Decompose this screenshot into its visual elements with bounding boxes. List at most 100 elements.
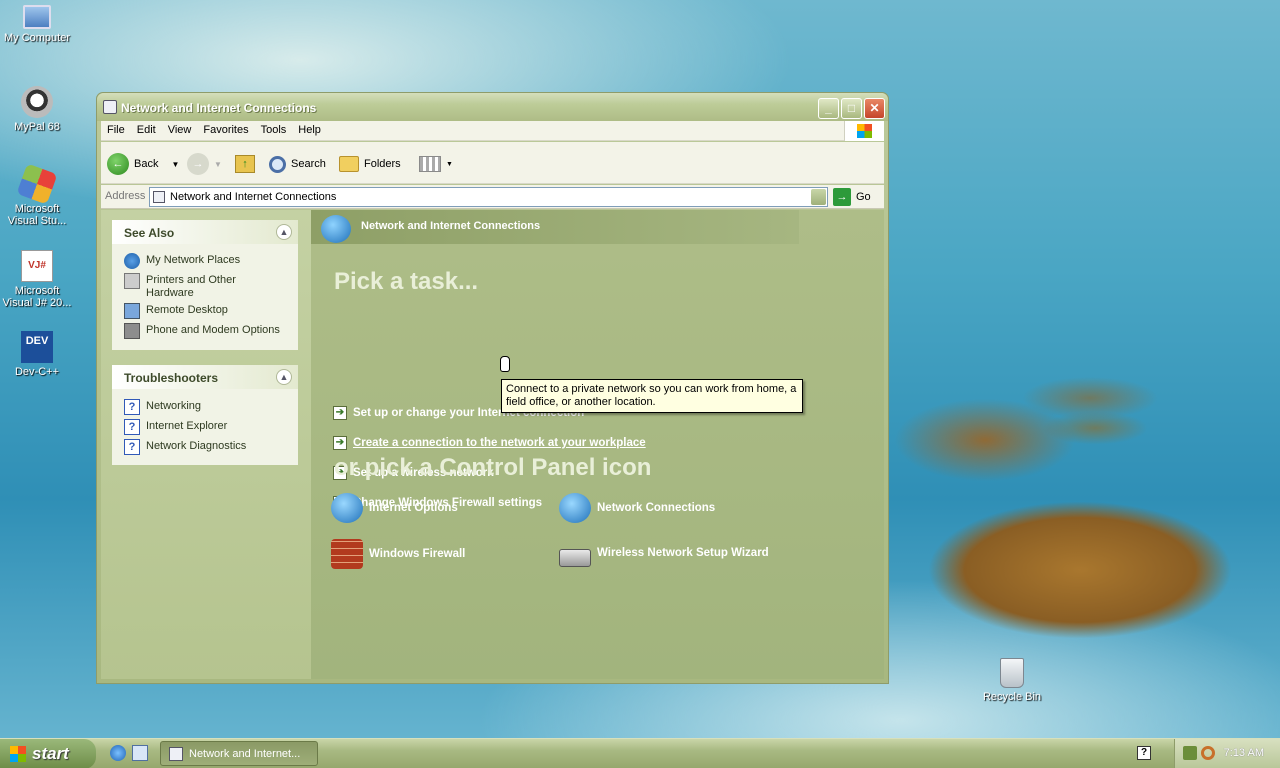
link-network-diagnostics[interactable]: Network Diagnostics: [146, 440, 246, 453]
back-arrow-icon: ←: [107, 153, 129, 175]
network-tray-icon[interactable]: [1183, 746, 1197, 760]
menu-edit[interactable]: Edit: [131, 121, 162, 136]
address-dropdown-button[interactable]: [811, 189, 826, 205]
back-button[interactable]: ← Back ▼: [107, 152, 179, 176]
address-value: Network and Internet Connections: [170, 191, 337, 203]
menu-bar: File Edit View Favorites Tools Help: [101, 121, 884, 141]
link-printers-hardware[interactable]: Printers and Other Hardware: [146, 274, 256, 300]
search-button[interactable]: Search: [269, 152, 326, 176]
dev-cpp-icon: DEV: [21, 331, 53, 363]
link-phone-modem[interactable]: Phone and Modem Options: [146, 324, 280, 337]
link-remote-desktop[interactable]: Remote Desktop: [146, 304, 228, 317]
link-networking[interactable]: Networking: [146, 400, 201, 413]
see-also-header[interactable]: See Also ▲: [112, 220, 298, 244]
internet-options-icon: [331, 493, 363, 523]
menu-favorites[interactable]: Favorites: [197, 121, 254, 136]
mypal-icon: [21, 86, 53, 118]
desktop-icon-label: My Computer: [3, 32, 71, 44]
desktop-icon-label: Recycle Bin: [982, 691, 1042, 703]
wireless-router-icon: [559, 549, 591, 567]
system-tray: 7:13 AM: [1174, 739, 1280, 768]
address-folder-icon: [153, 191, 165, 203]
up-folder-icon: ↑: [235, 155, 255, 173]
desktop-icon-dev-cpp[interactable]: DEV Dev-C++: [0, 331, 74, 378]
troubleshooters-title: Troubleshooters: [124, 371, 219, 385]
menu-tools[interactable]: Tools: [255, 121, 293, 136]
start-button[interactable]: start: [0, 739, 96, 768]
ie-quicklaunch-icon[interactable]: [110, 745, 126, 761]
mouse-cursor-icon: [500, 356, 510, 372]
maximize-button[interactable]: □: [841, 98, 862, 119]
printer-icon: [124, 273, 140, 289]
task-workplace-connection[interactable]: ➔ Create a connection to the network at …: [333, 436, 646, 450]
views-button[interactable]: ▼: [419, 152, 453, 176]
forward-button[interactable]: → ▼: [187, 152, 222, 176]
search-label: Search: [291, 158, 326, 170]
toolbar: ← Back ▼ → ▼ ↑ Search Folders ▼: [101, 142, 884, 184]
desktop-icon-label: Dev-C++: [14, 366, 60, 378]
collapse-icon[interactable]: ▲: [276, 224, 292, 240]
troubleshooters-header[interactable]: Troubleshooters ▲: [112, 365, 298, 389]
back-dropdown-icon[interactable]: ▼: [171, 160, 179, 169]
cp-label: Wireless Network Setup Wizard: [597, 547, 769, 559]
windows-logo-icon: [844, 121, 884, 141]
taskbar-window-button[interactable]: Network and Internet...: [160, 741, 318, 766]
folders-icon: [339, 156, 359, 172]
troubleshooters-panel: Troubleshooters ▲ ? Networking ? Interne…: [112, 365, 298, 465]
desktop-icon-label: Microsoft Visual Stu...: [7, 203, 67, 227]
desktop-icon-visual-studio[interactable]: Microsoft Visual Stu...: [0, 163, 74, 227]
desktop-icon-mypal[interactable]: MyPal 68: [0, 86, 74, 133]
address-label: Address: [105, 190, 146, 202]
cp-windows-firewall[interactable]: Windows Firewall: [331, 539, 465, 569]
help-icon: ?: [124, 419, 140, 435]
help-tray-icon[interactable]: ?: [1137, 746, 1151, 760]
cp-wireless-wizard[interactable]: Wireless Network Setup Wizard: [559, 539, 769, 567]
category-header: Network and Internet Connections: [311, 210, 799, 244]
pick-task-heading: Pick a task...: [334, 268, 479, 295]
visual-studio-icon: [16, 163, 58, 205]
cp-network-connections[interactable]: Network Connections: [559, 493, 715, 523]
network-connections-icon: [559, 493, 591, 523]
address-input[interactable]: Network and Internet Connections: [149, 187, 828, 207]
collapse-icon[interactable]: ▲: [276, 369, 292, 385]
back-label: Back: [134, 158, 159, 170]
window-icon: [103, 100, 117, 114]
views-dropdown-icon: ▼: [446, 160, 453, 168]
help-icon: ?: [124, 439, 140, 455]
taskbar: start Network and Internet... ? 7:13 AM: [0, 738, 1280, 768]
menu-help[interactable]: Help: [292, 121, 327, 136]
task-arrow-icon: ➔: [333, 406, 347, 420]
clock[interactable]: 7:13 AM: [1224, 747, 1264, 759]
desktop-icon-label: MyPal 68: [14, 121, 60, 133]
recycle-bin-icon: [1000, 658, 1024, 688]
windows-flag-icon: [10, 746, 26, 762]
search-tray-icon[interactable]: [1201, 746, 1215, 760]
go-button[interactable]: → Go: [833, 188, 871, 206]
menu-file[interactable]: File: [101, 121, 131, 136]
start-label: start: [32, 744, 69, 763]
phone-modem-icon: [124, 323, 140, 339]
folders-label: Folders: [364, 158, 401, 170]
desktop-icon-my-computer[interactable]: My Computer: [0, 5, 74, 44]
go-label: Go: [856, 191, 871, 203]
window-title: Network and Internet Connections: [121, 101, 317, 115]
forward-dropdown-icon[interactable]: ▼: [214, 160, 222, 169]
remote-desktop-icon: [124, 303, 140, 319]
category-title: Network and Internet Connections: [361, 220, 541, 232]
desktop-icon-visual-jsharp[interactable]: VJ# Microsoft Visual J# 20...: [0, 250, 74, 309]
close-button[interactable]: ✕: [864, 98, 885, 119]
address-bar: Address Network and Internet Connections…: [101, 185, 884, 209]
link-my-network-places[interactable]: My Network Places: [146, 254, 240, 267]
explorer-quicklaunch-icon[interactable]: [132, 745, 148, 761]
link-internet-explorer[interactable]: Internet Explorer: [146, 420, 227, 433]
up-folder-button[interactable]: ↑: [235, 152, 255, 176]
minimize-button[interactable]: _: [818, 98, 839, 119]
folders-button[interactable]: Folders: [339, 152, 401, 176]
menu-view[interactable]: View: [162, 121, 198, 136]
cp-internet-options[interactable]: Internet Options: [331, 493, 458, 523]
title-bar[interactable]: Network and Internet Connections _ □ ✕: [97, 93, 888, 121]
see-also-panel: See Also ▲ My Network Places Printers an…: [112, 220, 298, 350]
desktop-icon-recycle-bin[interactable]: Recycle Bin: [975, 658, 1049, 703]
cp-label: Windows Firewall: [369, 548, 466, 560]
go-arrow-icon: →: [833, 188, 851, 206]
